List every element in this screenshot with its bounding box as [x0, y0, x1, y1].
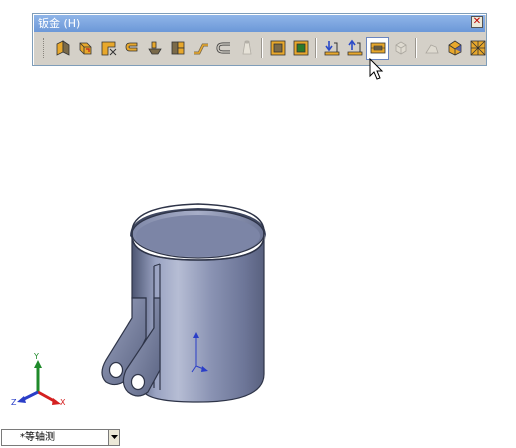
- convert-to-sheet-metal-icon: [79, 42, 91, 55]
- toolbar-button-row: [43, 35, 489, 61]
- convert-to-sheet-metal-button[interactable]: [74, 37, 97, 60]
- break-corner-icon: [448, 40, 461, 56]
- toolbar-separator: [315, 38, 317, 58]
- form-tool-icon: [424, 44, 439, 54]
- corner-trim-button[interactable]: [97, 37, 120, 60]
- mesh-button[interactable]: [466, 37, 489, 60]
- sketched-bend-icon: [147, 41, 162, 55]
- flatten-button[interactable]: [366, 36, 389, 60]
- base-flange-button[interactable]: [51, 37, 74, 60]
- edge-flange-icon: [125, 42, 137, 52]
- y-axis-label: Y: [34, 352, 39, 361]
- toolbar-grip[interactable]: [43, 38, 47, 58]
- rip-button[interactable]: [266, 37, 289, 60]
- toolbar-title[interactable]: 钣金 (H): [34, 15, 485, 32]
- toolbar-separator: [415, 38, 417, 58]
- sheet-metal-toolbar: 钣金 (H) ✕: [32, 13, 487, 66]
- mesh-icon: [470, 40, 485, 56]
- unfold-icon: [324, 41, 339, 56]
- mouse-cursor-icon: [369, 58, 384, 80]
- base-flange-icon: [56, 40, 69, 56]
- z-axis-label: Z: [11, 398, 17, 407]
- insert-bends-button[interactable]: [289, 37, 312, 60]
- flatten-icon: [370, 42, 385, 54]
- no-bends-button[interactable]: [389, 37, 412, 60]
- dropdown-arrow-icon[interactable]: [108, 430, 119, 445]
- hem-button[interactable]: [212, 37, 235, 60]
- fold-icon: [347, 39, 362, 56]
- hem-icon: [215, 42, 230, 54]
- sketched-bend-button[interactable]: [143, 37, 166, 60]
- unfold-button[interactable]: [320, 37, 343, 60]
- jog-icon: [193, 43, 208, 55]
- view-orientation-value: *等轴测: [20, 432, 55, 443]
- view-orientation-select[interactable]: *等轴测: [1, 429, 120, 446]
- x-axis-label: X: [60, 398, 66, 407]
- sheet-metal-part-model: [101, 203, 266, 403]
- edge-flange-button[interactable]: [120, 37, 143, 60]
- insert-bends-icon: [293, 40, 308, 56]
- lofted-bend-icon: [242, 40, 251, 55]
- close-icon[interactable]: ✕: [471, 16, 483, 28]
- form-tool-button[interactable]: [420, 37, 443, 60]
- no-bends-icon: [395, 41, 406, 55]
- closed-corner-icon: [171, 41, 184, 55]
- corner-trim-icon: [101, 41, 116, 56]
- rip-icon: [270, 40, 285, 56]
- fold-button[interactable]: [343, 37, 366, 60]
- coordinate-triad: Y X Z: [10, 352, 70, 414]
- toolbar-separator: [261, 38, 263, 58]
- lofted-bend-button[interactable]: [235, 37, 258, 60]
- jog-button[interactable]: [189, 37, 212, 60]
- closed-corner-button[interactable]: [166, 37, 189, 60]
- break-corner-button[interactable]: [443, 37, 466, 60]
